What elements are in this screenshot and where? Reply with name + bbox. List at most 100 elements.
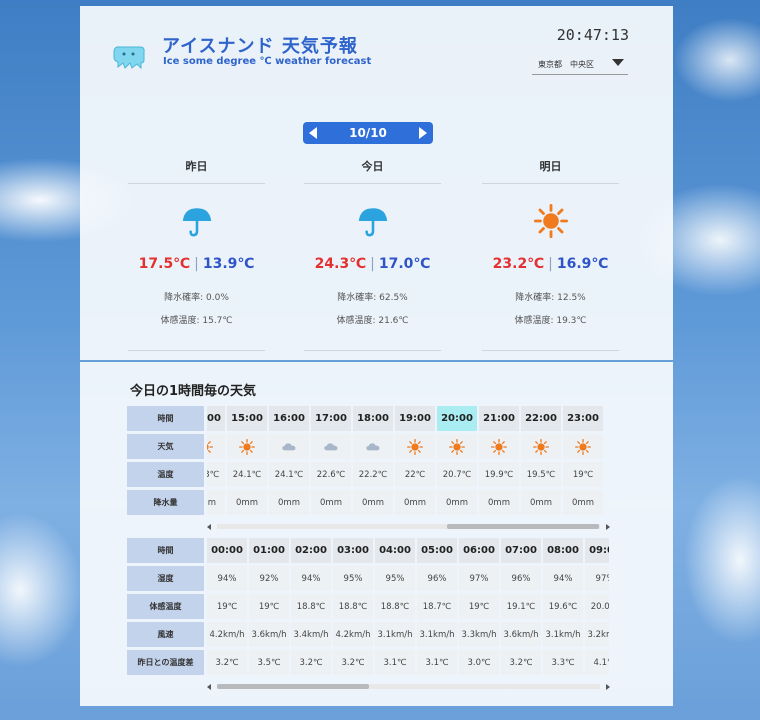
rain-probability: 降水確率: 62.5% (337, 293, 408, 303)
hour-time: 15:00 (227, 406, 267, 431)
hour-rain: 0mm (311, 490, 351, 515)
detail-feels-like: 18.7℃ (417, 594, 457, 619)
detail-scrollbar[interactable] (207, 682, 610, 690)
hourly-panel: 今日の1時間毎の天気 時間天気温度降水量 14:00 24.3℃ 0mm 15:… (80, 362, 673, 706)
location-select[interactable]: 東京都 中央区 (532, 56, 628, 75)
scroll-left-icon[interactable] (207, 524, 211, 530)
detail-column: 05:00 96% 18.7℃ 3.1km/h 3.1℃ (417, 538, 457, 678)
next-date-button[interactable] (419, 127, 427, 139)
detail-column: 07:00 96% 19.1℃ 3.6km/h 3.2℃ (501, 538, 541, 678)
day-temps: 17.5℃ | 13.9℃ (128, 256, 265, 272)
detail-time: 09:00 (585, 538, 609, 563)
detail-humidity: 94% (207, 566, 247, 591)
detail-column: 01:00 92% 19℃ 3.6km/h 3.5℃ (249, 538, 289, 678)
hourly-scroll-thumb[interactable] (447, 524, 599, 529)
sun-icon (207, 440, 213, 453)
detail-scroll-area[interactable]: 00:00 94% 19℃ 4.2km/h 3.2℃ 01:00 92% 19℃… (207, 538, 609, 678)
hour-temp: 22.6℃ (311, 462, 351, 487)
hour-temp: 19℃ (563, 462, 603, 487)
row-label: 風速 (127, 622, 204, 647)
hour-column: 20:00 20.7℃ 0mm (437, 406, 477, 518)
temp-separator: | (370, 256, 375, 272)
hour-time: 17:00 (311, 406, 351, 431)
detail-humidity: 96% (417, 566, 457, 591)
row-label: 天気 (127, 434, 204, 459)
hourly-title: 今日の1時間毎の天気 (130, 384, 257, 399)
current-time: 20:47:13 (556, 26, 629, 44)
hourly-scrollbar[interactable] (207, 522, 610, 530)
hour-rain: 0mm (207, 490, 225, 515)
hour-weather (563, 434, 603, 459)
detail-feels-like: 19.6℃ (543, 594, 583, 619)
hour-weather (227, 434, 267, 459)
location-value: 東京都 中央区 (538, 60, 594, 69)
detail-scroll-thumb[interactable] (217, 684, 369, 689)
detail-wind: 3.1km/h (417, 622, 457, 647)
ice-logo-icon (113, 46, 145, 70)
hour-rain: 0mm (395, 490, 435, 515)
hour-rain: 0mm (479, 490, 519, 515)
divider (128, 350, 265, 351)
detail-temp-diff: 3.2℃ (333, 650, 373, 675)
divider (304, 183, 441, 184)
hour-temp: 19.9℃ (479, 462, 519, 487)
detail-column: 09:00 97% 20.0℃ 3.2km/h 4.1℃ (585, 538, 609, 678)
divider (482, 350, 619, 351)
hour-column: 15:00 24.1℃ 0mm (227, 406, 267, 518)
scroll-left-icon[interactable] (207, 684, 211, 690)
hour-rain: 0mm (269, 490, 309, 515)
hour-column: 22:00 19.5℃ 0mm (521, 406, 561, 518)
row-label: 降水量 (127, 490, 204, 515)
date-navigator: 10/10 (303, 122, 433, 144)
hour-time: 19:00 (395, 406, 435, 431)
detail-humidity: 94% (543, 566, 583, 591)
detail-time: 02:00 (291, 538, 331, 563)
app-title: アイスナンド 天気予報 (162, 36, 358, 57)
sun-icon (491, 438, 507, 455)
detail-wind: 4.2km/h (333, 622, 373, 647)
detail-column: 08:00 94% 19.6℃ 3.1km/h 3.3℃ (543, 538, 583, 678)
detail-time: 07:00 (501, 538, 541, 563)
row-label: 昨日との温度差 (127, 650, 204, 675)
hour-weather (395, 434, 435, 459)
detail-wind: 3.1km/h (375, 622, 415, 647)
chevron-down-icon (612, 59, 624, 66)
detail-wind: 4.2km/h (207, 622, 247, 647)
high-temp: 23.2℃ (492, 256, 545, 272)
high-temp: 17.5℃ (138, 256, 191, 272)
detail-wind: 3.1km/h (543, 622, 583, 647)
divider (304, 350, 441, 351)
hour-rain: 0mm (353, 490, 393, 515)
feels-like: 体感温度: 21.6℃ (336, 316, 409, 326)
scroll-right-icon[interactable] (606, 684, 610, 690)
scroll-right-icon[interactable] (606, 524, 610, 530)
hourly-row-labels: 時間 天気 温度 降水量 (127, 406, 204, 518)
sun-icon (533, 204, 568, 238)
hour-column: 14:00 24.3℃ 0mm (207, 406, 225, 518)
hourly-scroll-area[interactable]: 14:00 24.3℃ 0mm 15:00 24.1℃ 0mm 16:00 24… (207, 406, 609, 518)
hour-weather (521, 434, 561, 459)
divider (128, 183, 265, 184)
temp-separator: | (548, 256, 553, 272)
hour-time: 20:00 (437, 406, 477, 431)
detail-wind: 3.2km/h (585, 622, 609, 647)
day-card: 明日 23.2℃ | 16.9℃ 降水確率: 12.5% 体感温度: 19.3℃ (482, 154, 619, 352)
detail-temp-diff: 3.2℃ (207, 650, 247, 675)
detail-table: 時間 湿度 体感温度 風速 昨日との温度差 00:00 94% 19℃ 4.2km/h … (127, 538, 609, 678)
detail-feels-like: 18.8℃ (291, 594, 331, 619)
hour-weather (479, 434, 519, 459)
detail-time: 04:00 (375, 538, 415, 563)
hour-time: 23:00 (563, 406, 603, 431)
detail-temp-diff: 3.3℃ (543, 650, 583, 675)
hour-column: 17:00 22.6℃ 0mm (311, 406, 351, 518)
row-label: 温度 (127, 462, 204, 487)
detail-time: 06:00 (459, 538, 499, 563)
day-label: 昨日 (185, 160, 208, 173)
detail-time: 00:00 (207, 538, 247, 563)
detail-wind: 3.3km/h (459, 622, 499, 647)
hour-weather (353, 434, 393, 459)
detail-humidity: 94% (291, 566, 331, 591)
detail-wind: 3.4km/h (291, 622, 331, 647)
detail-column: 03:00 95% 18.8℃ 4.2km/h 3.2℃ (333, 538, 373, 678)
day-temps: 23.2℃ | 16.9℃ (482, 256, 619, 272)
